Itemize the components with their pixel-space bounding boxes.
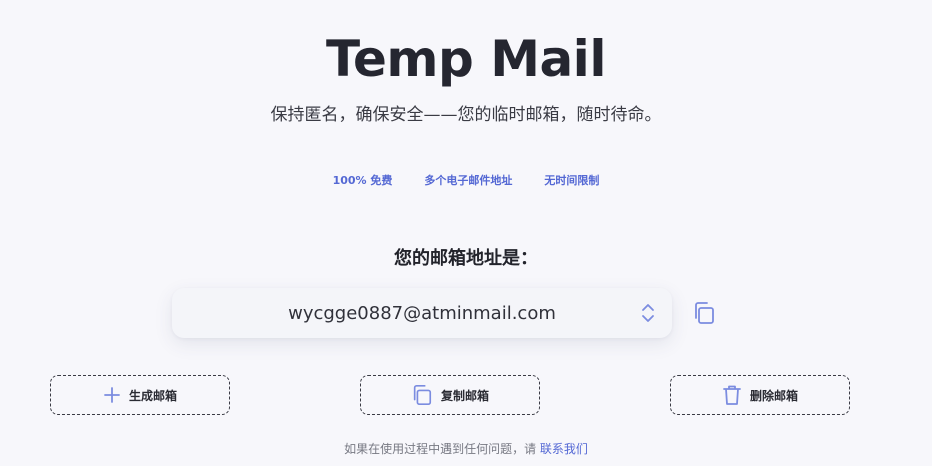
copy-icon[interactable] (692, 301, 716, 325)
generate-email-button[interactable]: 生成邮箱 (50, 375, 230, 415)
feature-multiple-addresses: 多个电子邮件地址 (424, 174, 513, 187)
footer-help: 如果在使用过程中遇到任何问题，请 联系我们 (0, 440, 932, 457)
trash-icon (723, 385, 741, 405)
copy-icon (413, 385, 432, 405)
feature-free: 100% 免费 (332, 174, 393, 187)
delete-email-label: 删除邮箱 (749, 388, 798, 403)
email-address-value: wycgge0887@atminmail.com (288, 302, 556, 324)
footer-text: 如果在使用过程中遇到任何问题，请 (344, 442, 540, 456)
copy-email-button[interactable]: 复制邮箱 (360, 375, 540, 415)
copy-email-label: 复制邮箱 (440, 388, 489, 403)
email-address-label: 您的邮箱地址是： (394, 248, 538, 269)
feature-list: 100% 免费 多个电子邮件地址 无时间限制 (0, 172, 932, 188)
contact-us-link[interactable]: 联系我们 (540, 442, 588, 456)
page-title: Temp Mail (326, 30, 606, 88)
chevron-up-down-icon[interactable] (640, 302, 656, 324)
page-subtitle: 保持匿名，确保安全——您的临时邮箱，随时待命。 (270, 105, 662, 125)
email-select[interactable]: wycgge0887@atminmail.com (172, 288, 672, 338)
generate-email-label: 生成邮箱 (128, 388, 177, 403)
plus-icon (104, 387, 120, 403)
delete-email-button[interactable]: 删除邮箱 (670, 375, 850, 415)
feature-no-time-limit: 无时间限制 (544, 174, 600, 187)
